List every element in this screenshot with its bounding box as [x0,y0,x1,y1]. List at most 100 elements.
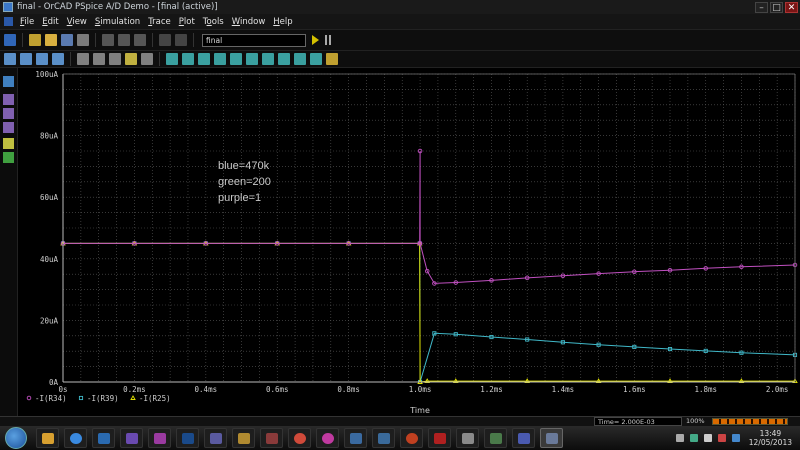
fourier-icon[interactable] [93,53,105,65]
open-folder-icon[interactable] [45,34,57,46]
plot-toolbar [0,51,800,68]
taskbar-app-12[interactable] [343,428,367,448]
volume-icon[interactable] [703,434,712,442]
cursor-slope-icon[interactable] [214,53,226,65]
zoom-out-icon[interactable] [20,53,32,65]
taskbar-acrobat[interactable] [427,428,451,448]
taskbar-pspice[interactable] [539,428,563,448]
menu-bar: File Edit View Simulation Trace Plot Tools Wind… [0,14,800,29]
x-tick-label: 0.4ms [195,385,218,394]
app-icon [517,433,530,444]
series-ir39 [60,241,798,385]
log-x-axis-icon[interactable] [77,53,89,65]
simulation-status-icon[interactable] [3,122,14,133]
start-button[interactable] [5,427,27,449]
toolbar-separator [22,33,23,47]
series-line [63,242,796,383]
copy-icon[interactable] [118,34,130,46]
menu-tools[interactable]: Tools [199,17,228,27]
menu-file[interactable]: File [16,17,38,27]
network-icon[interactable] [689,434,698,442]
simulation-profile-select[interactable]: final [202,33,306,47]
cursor-toggle-icon[interactable] [166,53,178,65]
save-icon[interactable] [61,34,73,46]
minimize-button[interactable]: – [755,1,768,13]
menu-simulation[interactable]: Simulation [91,17,144,27]
power-icon[interactable] [731,434,740,442]
toolbar-separator [70,52,71,66]
flag-icon[interactable] [717,434,726,442]
taskbar-app-16[interactable] [455,428,479,448]
x-axis-label: Time [409,406,430,415]
watch-icon[interactable] [3,138,14,149]
pause-icon[interactable] [325,35,331,45]
taskbar-app-13[interactable] [371,428,395,448]
waveform-icon[interactable] [3,94,14,105]
print-icon[interactable] [77,34,89,46]
menu-help[interactable]: Help [269,17,296,27]
progress-fill [713,419,787,424]
redo-icon[interactable] [175,34,187,46]
taskbar-app-17[interactable] [483,428,507,448]
paste-icon[interactable] [134,34,146,46]
pspice-app-icon[interactable] [3,2,13,12]
cursor-peak-icon[interactable] [182,53,194,65]
taskbar-chrome[interactable] [287,428,311,448]
taskbar-app-9[interactable] [259,428,283,448]
taskbar-winrar[interactable] [231,428,255,448]
system-clock[interactable]: 13:49 12/05/2013 [749,429,792,447]
probe-plot-area[interactable]: 0A 20uA 40uA 60uA 80uA 100uA 0s 0.2ms 0.4ms 0.6ms… [18,68,800,420]
waveform-chart[interactable]: 0A 20uA 40uA 60uA 80uA 100uA 0s 0.2ms 0.4ms 0.6ms… [18,68,800,420]
output-file-icon[interactable] [3,108,14,119]
text-annotation[interactable]: blue=470k green=200 purple=1 [218,158,271,206]
taskbar-app-7[interactable] [203,428,227,448]
y-tick-label: 40uA [40,255,59,264]
cursor-point-icon[interactable] [262,53,274,65]
cursor-search-icon[interactable] [278,53,290,65]
new-file-icon[interactable] [29,34,41,46]
annotation-line: purple=1 [218,192,262,204]
tray-expand-icon[interactable] [675,434,684,442]
menu-plot[interactable]: Plot [175,17,199,27]
cursor-max-icon[interactable] [246,53,258,65]
simulation-icon[interactable] [3,76,14,87]
cursor-next-transition-icon[interactable] [294,53,306,65]
cursor-min-icon[interactable] [230,53,242,65]
x-tick-label: 1.6ms [623,385,646,394]
measurement-icon[interactable] [3,152,14,163]
menu-window[interactable]: Window [228,17,270,27]
taskbar-app-18[interactable] [511,428,535,448]
taskbar-photoshop[interactable] [175,428,199,448]
cursor-trough-icon[interactable] [198,53,210,65]
taskbar-app-14[interactable] [399,428,423,448]
menu-view[interactable]: View [63,17,91,27]
document-icon[interactable] [4,17,13,26]
undo-icon[interactable] [159,34,171,46]
mark-label-icon[interactable] [326,53,338,65]
zoom-in-icon[interactable] [4,53,16,65]
taskbar-media-player[interactable] [91,428,115,448]
app-icon [405,433,418,444]
restore-button[interactable]: □ [770,1,783,13]
zoom-fit-icon[interactable] [52,53,64,65]
run-simulation-icon[interactable] [312,35,319,45]
close-button[interactable]: ✕ [785,1,798,13]
x-tick-label: 1.0ms [409,385,432,394]
window-menu-icon[interactable] [4,34,16,46]
taskbar-explorer[interactable] [35,428,59,448]
cut-icon[interactable] [102,34,114,46]
menu-trace[interactable]: Trace [144,17,175,27]
add-trace-icon[interactable] [125,53,137,65]
taskbar-app-4[interactable] [119,428,143,448]
photoshop-icon [181,433,194,444]
log-y-axis-icon[interactable] [141,53,153,65]
zoom-area-icon[interactable] [36,53,48,65]
app-icon [349,433,362,444]
taskbar-internet-explorer[interactable] [63,428,87,448]
cursor-prev-transition-icon[interactable] [310,53,322,65]
taskbar-app-11[interactable] [315,428,339,448]
windows-taskbar: 13:49 12/05/2013 [0,426,800,450]
performance-analysis-icon[interactable] [109,53,121,65]
taskbar-app-5[interactable] [147,428,171,448]
menu-edit[interactable]: Edit [38,17,62,27]
